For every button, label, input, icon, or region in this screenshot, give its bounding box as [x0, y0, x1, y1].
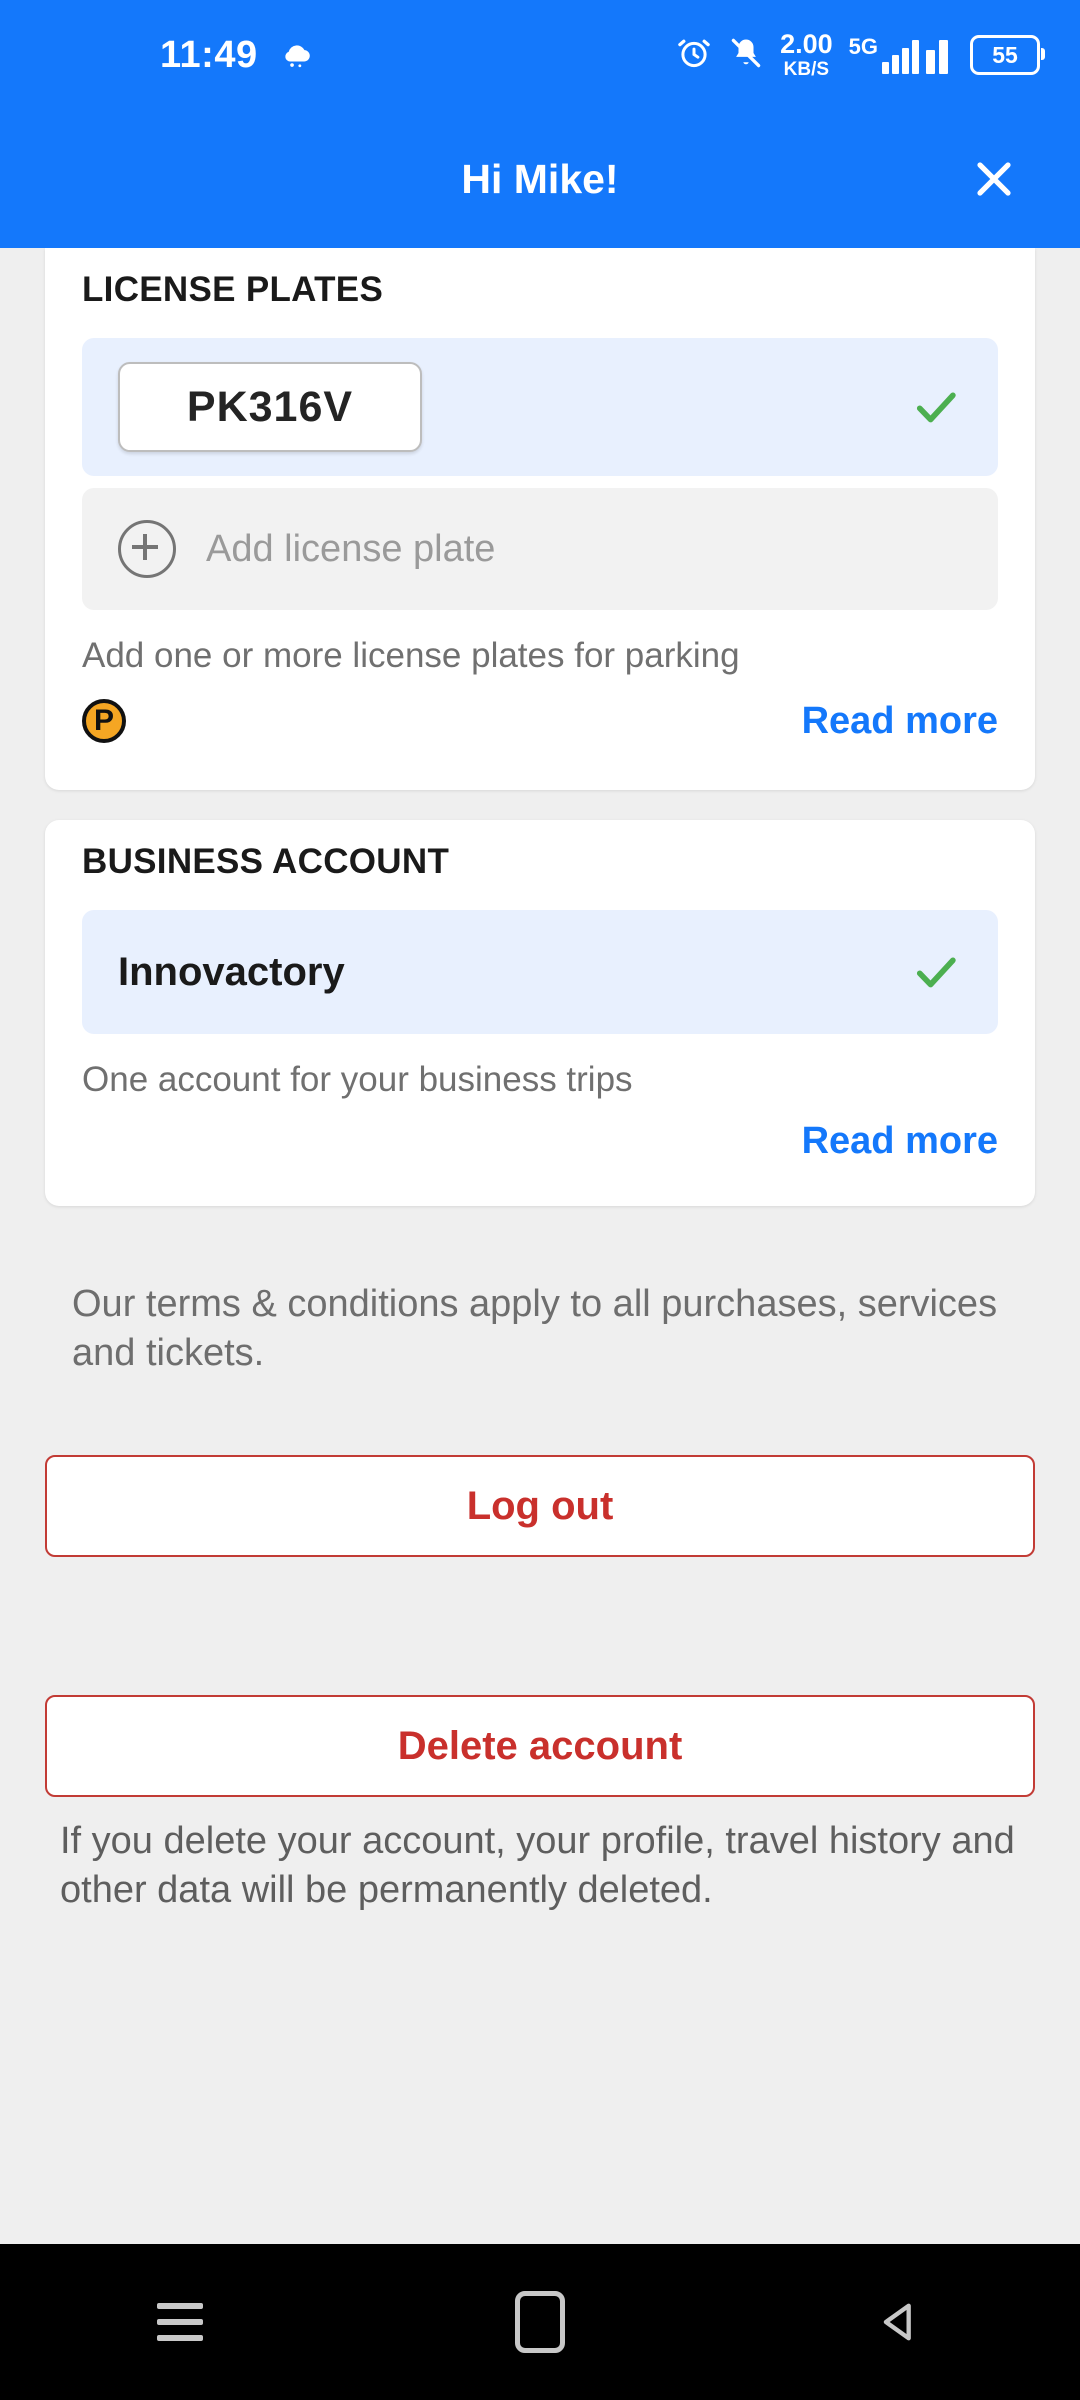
delete-account-button-wrapper: Delete account: [0, 1695, 1080, 1798]
license-plates-card: LICENSE PLATES PK316V Add license plate …: [45, 248, 1035, 790]
alarm-clock-icon: [676, 35, 712, 76]
logout-button-wrapper: Log out: [0, 1455, 1080, 1558]
battery-icon: 55: [970, 35, 1045, 75]
license-plate-row[interactable]: PK316V: [82, 338, 998, 476]
parking-p-icon: P: [82, 699, 126, 743]
menu-icon: [157, 2303, 203, 2341]
logout-button-label: Log out: [466, 1483, 614, 1528]
license-plates-footer: P Read more: [45, 676, 1035, 756]
delete-account-note: If you delete your account, your profile…: [60, 1820, 1015, 1911]
business-account-title: BUSINESS ACCOUNT: [82, 842, 450, 881]
battery-level-label: 55: [992, 41, 1018, 68]
bell-muted-icon: [728, 35, 764, 76]
network-type-label: 5G: [848, 34, 878, 59]
cellular-signal: 5G: [849, 36, 948, 74]
business-account-row[interactable]: Innovactory: [82, 910, 998, 1034]
logout-button[interactable]: Log out: [45, 1455, 1035, 1558]
back-button[interactable]: [840, 2262, 960, 2382]
close-icon: [970, 155, 1018, 203]
license-plates-helper-text: Add one or more license plates for parki…: [82, 636, 740, 675]
business-account-name: Innovactory: [118, 949, 345, 994]
home-button[interactable]: [480, 2262, 600, 2382]
cloud-icon: [280, 36, 314, 75]
add-license-plate-label: Add license plate: [206, 527, 496, 570]
phone-screen: 11:49 2.00 KB/S 5G 55 Hi Mike! LICENSE P…: [0, 0, 1080, 2400]
business-account-read-more-link[interactable]: Read more: [802, 1120, 998, 1163]
page-title: Hi Mike!: [461, 155, 619, 202]
android-navigation-bar: [0, 2244, 1080, 2400]
network-speed-unit: KB/S: [783, 59, 830, 80]
signal-bars-icon: [882, 40, 919, 74]
business-account-card: BUSINESS ACCOUNT Innovactory One account…: [45, 820, 1035, 1206]
status-bar-right: 2.00 KB/S 5G 55: [676, 29, 1045, 80]
recents-button[interactable]: [120, 2262, 240, 2382]
status-bar-left: 11:49: [160, 34, 314, 77]
status-bar: 11:49 2.00 KB/S 5G 55: [0, 0, 1080, 110]
license-plates-read-more-link[interactable]: Read more: [802, 700, 998, 743]
delete-account-button[interactable]: Delete account: [45, 1695, 1035, 1798]
network-speed: 2.00 KB/S: [780, 29, 833, 80]
close-button[interactable]: [964, 149, 1024, 209]
terms-text: Our terms & conditions apply to all purc…: [72, 1283, 998, 1374]
app-bar: Hi Mike!: [0, 110, 1080, 248]
status-bar-clock: 11:49: [160, 33, 258, 76]
business-account-helper-text: One account for your business trips: [82, 1060, 633, 1099]
network-speed-value: 2.00: [780, 29, 833, 59]
back-triangle-icon: [874, 2296, 926, 2348]
business-account-footer: Read more: [45, 1100, 1035, 1176]
plus-circle-icon: [118, 520, 176, 578]
license-plates-title: LICENSE PLATES: [82, 270, 384, 309]
check-icon: [910, 381, 962, 433]
license-plate-box: PK316V: [118, 362, 422, 452]
add-license-plate-button[interactable]: Add license plate: [82, 488, 998, 610]
signal-bars-secondary-icon: [926, 40, 948, 74]
scroll-content[interactable]: LICENSE PLATES PK316V Add license plate …: [0, 248, 1080, 2244]
license-plate-value: PK316V: [186, 382, 354, 431]
check-icon: [910, 946, 962, 998]
delete-account-button-label: Delete account: [397, 1723, 683, 1768]
home-square-icon: [515, 2291, 565, 2353]
